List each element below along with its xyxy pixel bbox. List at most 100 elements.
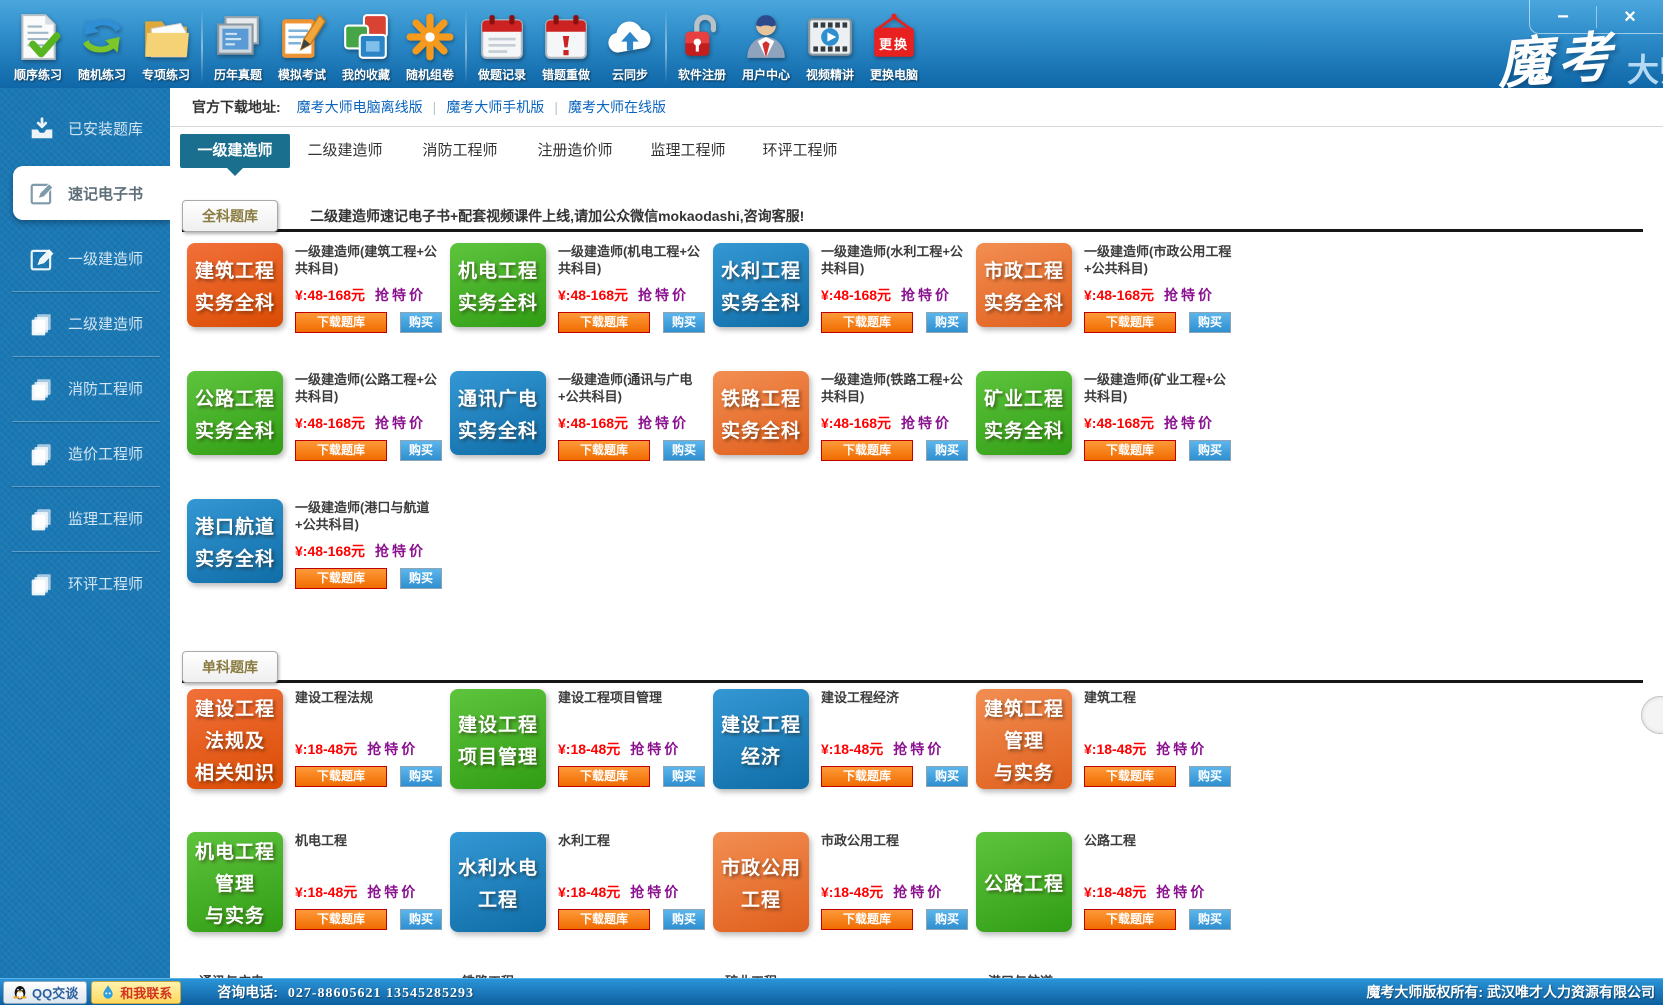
download-bank-button[interactable]: 下载题库 — [295, 568, 387, 589]
pages-icon — [28, 376, 56, 402]
download-bank-button[interactable]: 下载题库 — [821, 766, 913, 787]
download-bank-button[interactable]: 下载题库 — [1084, 312, 1176, 333]
tab-level1-builder[interactable]: 一级建造师 — [180, 134, 290, 168]
toolbar-item-special-practice[interactable]: 专项练习 — [134, 9, 198, 88]
buy-button[interactable]: 购买 — [926, 909, 968, 930]
product-price-line: ¥:48-168元抢特价 — [1084, 413, 1236, 433]
product-price-line: ¥:18-48元抢特价 — [295, 739, 447, 759]
toolbar-item-past-exams[interactable]: 历年真题 — [206, 9, 270, 88]
download-bank-button[interactable]: 下载题库 — [558, 909, 650, 930]
download-bank-button[interactable]: 下载题库 — [1084, 766, 1176, 787]
toolbar-item-software-register[interactable]: 软件注册 — [670, 9, 734, 88]
buy-button[interactable]: 购买 — [1189, 312, 1231, 333]
product-title: 一级建造师(市政公用工程+公共科目) — [1084, 243, 1236, 279]
sidebar-item-level2-builder[interactable]: 二级建造师 — [0, 291, 170, 356]
buy-button[interactable]: 购买 — [1189, 909, 1231, 930]
product-tile-text: 建设工程 — [195, 694, 275, 721]
copyright-text: 魔考大师版权所有: 武汉唯才人力资源有限公司 — [1366, 979, 1655, 1006]
sidebar-item-fire-engineer[interactable]: 消防工程师 — [0, 356, 170, 421]
contact-me-button[interactable]: 和我联系 — [91, 981, 181, 1004]
download-bank-button[interactable]: 下载题库 — [558, 312, 650, 333]
buy-button[interactable]: 购买 — [1189, 440, 1231, 461]
sidebar-item-level1-builder[interactable]: 一级建造师 — [0, 226, 170, 291]
buy-button[interactable]: 购买 — [400, 440, 442, 461]
official-download-bar: 官方下载地址: 魔考大师电脑离线版|魔考大师手机版|魔考大师在线版 — [170, 88, 1663, 127]
pages-icon — [28, 571, 56, 597]
product-title: 一级建造师(公路工程+公共科目) — [295, 371, 447, 407]
download-bank-button[interactable]: 下载题库 — [1084, 909, 1176, 930]
sidebar-item-shorthand-ebook[interactable]: 速记电子书 — [13, 166, 170, 220]
tab-supervision-engineer[interactable]: 监理工程师 — [633, 134, 743, 168]
download-bank-button[interactable]: 下载题库 — [295, 909, 387, 930]
buy-button[interactable]: 购买 — [926, 312, 968, 333]
download-link-0[interactable]: 魔考大师电脑离线版 — [297, 97, 423, 117]
product-buttons: 下载题库购买 — [1084, 766, 1236, 787]
download-bank-button[interactable]: 下载题库 — [821, 312, 913, 333]
toolbar-item-my-favorites[interactable]: 我的收藏 — [334, 9, 398, 88]
tab-registered-cost-engineer[interactable]: 注册造价师 — [520, 134, 630, 168]
buy-button[interactable]: 购买 — [663, 440, 705, 461]
toolbar-item-cloud-sync[interactable]: 云同步 — [598, 9, 662, 88]
sidebar: 已安装题库速记电子书一级建造师二级建造师消防工程师造价工程师监理工程师环评工程师 — [0, 88, 170, 978]
toolbar-item-mock-exam[interactable]: 模拟考试 — [270, 9, 334, 88]
product-price-line: ¥:18-48元抢特价 — [1084, 739, 1236, 759]
download-link-1[interactable]: 魔考大师手机版 — [446, 97, 544, 117]
buy-button[interactable]: 购买 — [926, 766, 968, 787]
toolbar-item-answer-records[interactable]: 做题记录 — [470, 9, 534, 88]
sidebar-item-label: 消防工程师 — [68, 378, 143, 399]
product-tile: 矿业工程实务全科 — [976, 371, 1072, 455]
toolbar-item-label: 顺序练习 — [6, 66, 70, 83]
download-bank-button[interactable]: 下载题库 — [295, 766, 387, 787]
tab-fire-engineer[interactable]: 消防工程师 — [405, 134, 515, 168]
toolbar-item-random-paper[interactable]: 随机组卷 — [398, 9, 462, 88]
download-bank-button[interactable]: 下载题库 — [295, 312, 387, 333]
product-card: 水利水电工程水利工程¥:18-48元抢特价下载题库购买 — [450, 832, 713, 932]
toolbar-item-redo-wrong[interactable]: 错题重做 — [534, 9, 598, 88]
download-bank-button[interactable]: 下载题库 — [558, 766, 650, 787]
edit-icon — [28, 180, 56, 206]
tab-eia-engineer[interactable]: 环评工程师 — [745, 134, 855, 168]
price-value: ¥:48-168元 — [295, 415, 365, 431]
toolbar-item-label: 做题记录 — [470, 66, 534, 83]
collection-icon — [334, 9, 398, 65]
sidebar-item-cost-engineer[interactable]: 造价工程师 — [0, 421, 170, 486]
buy-button[interactable]: 购买 — [400, 909, 442, 930]
product-tile-text: 实务全科 — [721, 288, 801, 315]
toolbar-item-random-practice[interactable]: 随机练习 — [70, 9, 134, 88]
product-tile: 建设工程项目管理 — [450, 689, 546, 789]
buy-button[interactable]: 购买 — [926, 440, 968, 461]
buy-button[interactable]: 购买 — [663, 312, 705, 333]
toolbar-item-user-center[interactable]: 用户中心 — [734, 9, 798, 88]
special-price-tag: 抢特价 — [367, 884, 418, 900]
sidebar-item-supervision-engineer[interactable]: 监理工程师 — [0, 486, 170, 551]
droplet-icon — [100, 984, 116, 1000]
product-info: 建设工程经济¥:18-48元抢特价下载题库购买 — [821, 689, 973, 789]
toolbar-item-sequential-practice[interactable]: 顺序练习 — [6, 9, 70, 88]
download-bank-button[interactable]: 下载题库 — [821, 440, 913, 461]
toolbar-item-change-computer[interactable]: 更换更换电脑 — [862, 9, 926, 88]
download-bank-button[interactable]: 下载题库 — [1084, 440, 1176, 461]
product-tile-text: 市政工程 — [984, 256, 1064, 283]
product-info: 市政公用工程¥:18-48元抢特价下载题库购买 — [821, 832, 973, 932]
buy-button[interactable]: 购买 — [663, 766, 705, 787]
special-price-tag: 抢特价 — [1156, 884, 1207, 900]
download-link-2[interactable]: 魔考大师在线版 — [568, 97, 666, 117]
buy-button[interactable]: 购买 — [400, 312, 442, 333]
sidebar-item-installed-banks[interactable]: 已安装题库 — [0, 96, 170, 161]
sidebar-item-eia-engineer[interactable]: 环评工程师 — [0, 551, 170, 616]
download-bank-button[interactable]: 下载题库 — [558, 440, 650, 461]
qq-chat-button[interactable]: QQ交谈 — [3, 981, 87, 1004]
buy-button[interactable]: 购买 — [1189, 766, 1231, 787]
download-bank-button[interactable]: 下载题库 — [295, 440, 387, 461]
buy-button[interactable]: 购买 — [400, 766, 442, 787]
buy-button[interactable]: 购买 — [663, 909, 705, 930]
product-card: 市政公用工程市政公用工程¥:18-48元抢特价下载题库购买 — [713, 832, 976, 932]
download-bank-button[interactable]: 下载题库 — [821, 909, 913, 930]
product-price-line: ¥:48-168元抢特价 — [295, 541, 447, 561]
calendar-alert-icon — [534, 9, 598, 65]
toolbar-item-video-lectures[interactable]: 视频精讲 — [798, 9, 862, 88]
buy-button[interactable]: 购买 — [400, 568, 442, 589]
tab-level2-builder[interactable]: 二级建造师 — [290, 134, 400, 168]
product-tile: 通讯广电实务全科 — [450, 371, 546, 455]
product-tile-text: 实务全科 — [195, 416, 275, 443]
